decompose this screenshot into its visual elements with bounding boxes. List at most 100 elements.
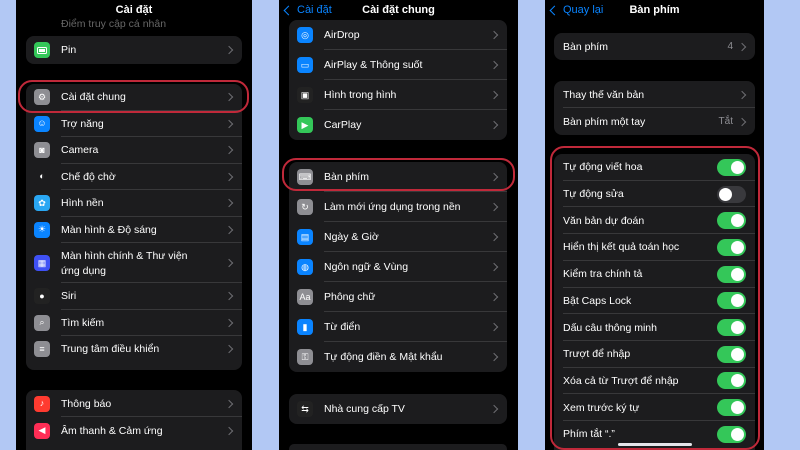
keyboard-options-group: Thay thế văn bản Bàn phím một tay Tắt [554, 81, 755, 135]
chevron-right-icon [224, 119, 234, 128]
standby-icon: ◐ [34, 168, 50, 185]
pip-icon: ▣ [297, 87, 313, 103]
chevron-right-icon [224, 399, 234, 408]
chevron-right-icon [489, 90, 499, 100]
settings-row[interactable]: ≡ Trung tâm điều khiển [26, 336, 242, 363]
settings-row[interactable]: ▦ Màn hình chính & Thư viện ứng dụng [26, 243, 242, 283]
page-title: Bàn phím [629, 4, 680, 16]
chevron-right-icon [737, 90, 747, 99]
row-label: Hình nền [61, 197, 104, 210]
settings-panel: Cài đặt Điểm truy cập cá nhân Pin ⚙ Cài đ… [16, 0, 252, 450]
settings-row[interactable]: ⚿ Tự động điền & Mật khẩu [289, 342, 507, 372]
chevron-right-icon [489, 60, 499, 70]
row-label: Chế độ chờ [61, 170, 116, 183]
settings-row[interactable]: ☀ Màn hình & Độ sáng [26, 217, 242, 244]
chevron-right-icon [224, 225, 234, 234]
keyboards-row[interactable]: Bàn phím 4 [554, 33, 755, 60]
chevron-right-icon [224, 258, 234, 268]
calendar-icon: ▤ [297, 229, 313, 245]
row-label: Phông chữ [324, 291, 376, 303]
row-label: Làm mới ứng dụng trong nền [324, 201, 461, 213]
control-center-icon: ≡ [34, 341, 50, 358]
settings-row[interactable]: ☺ Trợ năng [26, 111, 242, 138]
highlight-ring [18, 80, 249, 113]
settings-row[interactable]: ♪ Thông báo [26, 390, 242, 417]
row-label: Siri [61, 290, 77, 303]
row-label: Camera [61, 144, 99, 157]
general-group-2: ⌨ Bàn phím ↻ Làm mới ứng dụng trong nền ▤ Ngà… [289, 162, 507, 372]
settings-row[interactable]: ◍ Ngôn ngữ & Vùng [289, 252, 507, 282]
chevron-right-icon [224, 292, 234, 301]
settings-row[interactable]: ◙ Camera [26, 137, 242, 164]
settings-row[interactable]: ● Siri [26, 283, 242, 310]
siri-icon: ● [34, 288, 50, 305]
partial-row-label[interactable]: Điểm truy cập cá nhân [61, 18, 166, 30]
search-icon: ⌕ [34, 314, 50, 331]
settings-row[interactable]: ▭ AirPlay & Thông suốt [289, 50, 507, 80]
keyboards-group: Bàn phím 4 [554, 33, 755, 60]
brightness-icon: ☀ [34, 221, 50, 238]
row-label-line2: ứng dụng [61, 264, 106, 277]
row-label: Trung tâm điều khiển [61, 343, 160, 356]
general-group-1: ◎ AirDrop ▭ AirPlay & Thông suốt ▣ Hình trong… [289, 20, 507, 140]
settings-row[interactable]: ▣ Hình trong hình [289, 80, 507, 110]
settings-row[interactable]: ◎ AirDrop [289, 20, 507, 50]
row-label: Ngày & Giờ [324, 231, 379, 243]
settings-row[interactable]: ▶ CarPlay [289, 110, 507, 140]
settings-row-pin[interactable]: Pin [26, 36, 242, 64]
chevron-right-icon [224, 426, 234, 435]
highlight-ring [550, 146, 760, 450]
row-value: Tắt [718, 116, 733, 127]
font-icon: Aa [297, 289, 313, 305]
settings-row[interactable]: ⌕ Tìm kiếm [26, 310, 242, 337]
chevron-right-icon [489, 232, 499, 242]
settings-row[interactable]: ◀ Âm thanh & Cảm ứng [26, 417, 242, 444]
row-label: Pin [61, 44, 77, 56]
settings-row[interactable]: ⇆ Nhà cung cấp TV [289, 394, 507, 424]
row-label: Thông báo [61, 397, 112, 410]
chevron-right-icon [489, 262, 499, 272]
camera-icon: ◙ [34, 142, 50, 159]
keyboard-option-row[interactable]: Bàn phím một tay Tắt [554, 108, 755, 135]
row-label: AirDrop [324, 29, 360, 41]
speaker-icon: ◀ [34, 422, 50, 439]
carplay-icon: ▶ [297, 117, 313, 133]
row-label: Từ điển [324, 321, 361, 333]
row-label: Bàn phím [563, 40, 608, 53]
keyboard-option-row[interactable]: Thay thế văn bản [554, 81, 755, 108]
settings-row[interactable]: ▤ Ngày & Giờ [289, 222, 507, 252]
keyboard-settings-panel: Quay lại Bàn phím Bàn phím 4 Thay thế vă… [545, 0, 764, 450]
chevron-right-icon [489, 404, 499, 414]
row-label: Âm thanh & Cảm ứng [61, 424, 163, 437]
settings-row[interactable]: ◐ Chế độ chờ [26, 164, 242, 191]
row-label: Tự động điền & Mật khẩu [324, 351, 443, 363]
page-title: Cài đặt chung [362, 4, 435, 16]
airdrop-icon: ◎ [297, 27, 313, 43]
accessibility-icon: ☺ [34, 115, 50, 132]
settings-row[interactable]: Aa Phông chữ [289, 282, 507, 312]
chevron-right-icon [224, 172, 234, 181]
row-label: Hình trong hình [324, 89, 397, 101]
chevron-right-icon [489, 322, 499, 332]
chevron-right-icon [489, 352, 499, 362]
general-group-4 [289, 444, 507, 450]
tv-provider-icon: ⇆ [297, 401, 313, 417]
key-icon: ⚿ [297, 349, 313, 365]
row-label: Bàn phím một tay [563, 115, 646, 128]
general-settings-panel: Cài đặt Cài đặt chung ◎ AirDrop ▭ AirPlay &… [279, 0, 518, 450]
row-label: AirPlay & Thông suốt [324, 59, 423, 71]
settings-row[interactable]: ▮ Từ điển [289, 312, 507, 342]
chevron-right-icon [737, 117, 747, 126]
row-label: CarPlay [324, 119, 362, 131]
settings-group-1: Pin [26, 36, 242, 64]
settings-row[interactable]: ↻ Làm mới ứng dụng trong nền [289, 192, 507, 222]
row-label: Tìm kiếm [61, 316, 105, 329]
row-label: Nhà cung cấp TV [324, 403, 405, 415]
general-group-3: ⇆ Nhà cung cấp TV [289, 394, 507, 424]
dictionary-icon: ▮ [297, 319, 313, 335]
bell-icon: ♪ [34, 395, 50, 412]
settings-row[interactable]: ✿ Hình nền [26, 190, 242, 217]
globe-icon: ◍ [297, 259, 313, 275]
highlight-ring [282, 158, 515, 191]
chevron-right-icon [224, 199, 234, 208]
